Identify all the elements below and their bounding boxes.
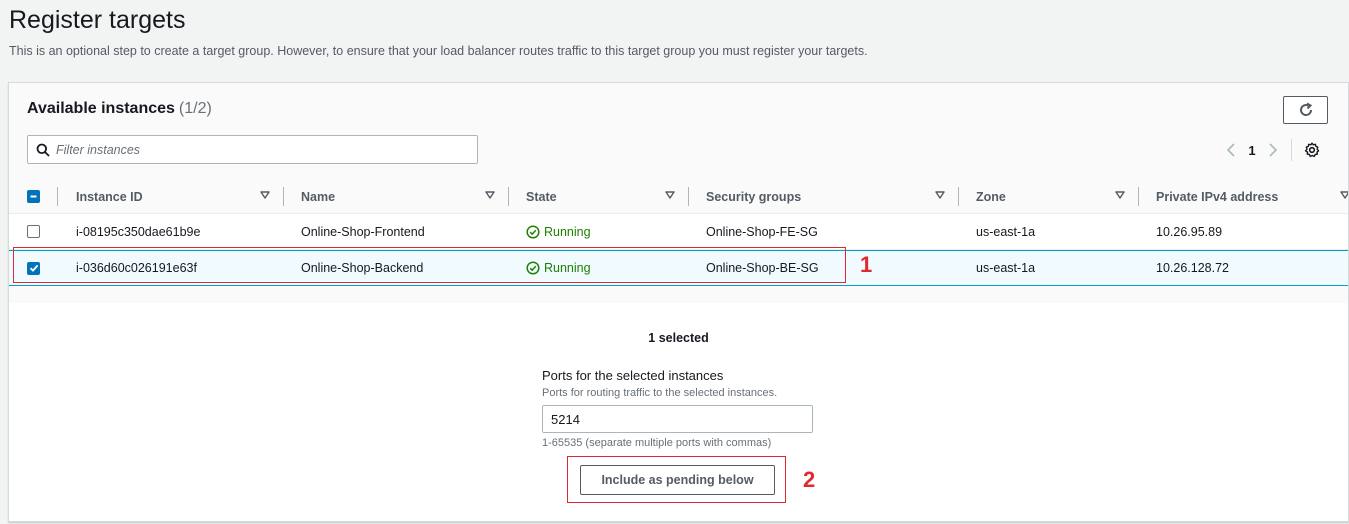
- row-checkbox-cell: [27, 214, 40, 249]
- instance-id-cell: i-08195c350dae61b9e: [76, 224, 201, 239]
- state-label: Running: [544, 224, 591, 239]
- column-name[interactable]: Name: [283, 179, 508, 214]
- available-instances-title: Available instances: [27, 100, 175, 117]
- ipv4-cell: 10.26.128.72: [1156, 261, 1229, 275]
- annotation-box-2: [567, 456, 786, 503]
- name-cell: Online-Shop-Frontend: [301, 224, 425, 239]
- column-divider: [508, 187, 509, 206]
- instances-table: Instance ID Name State Security groups Z: [9, 179, 1348, 303]
- pagination: 1: [1221, 138, 1322, 162]
- search-icon: [36, 143, 50, 157]
- annotation-box-1: [13, 247, 846, 283]
- ports-input[interactable]: [542, 405, 813, 433]
- column-divider: [958, 187, 959, 206]
- select-all-checkbox[interactable]: [27, 190, 40, 203]
- column-security-groups[interactable]: Security groups: [688, 179, 958, 214]
- column-state[interactable]: State: [508, 179, 688, 214]
- next-page-icon[interactable]: [1263, 140, 1283, 160]
- column-label: Name: [301, 189, 336, 204]
- refresh-button[interactable]: [1283, 96, 1328, 124]
- page-title: Register targets: [9, 6, 186, 34]
- filter-instances-input[interactable]: [56, 142, 456, 157]
- sort-icon[interactable]: [935, 190, 945, 200]
- column-label: Instance ID: [76, 189, 143, 204]
- current-page-number[interactable]: 1: [1241, 143, 1263, 158]
- ports-label: Ports for the selected instances: [542, 368, 724, 383]
- ipv4-cell: 10.26.95.89: [1156, 224, 1223, 239]
- table-row[interactable]: i-08195c350dae61b9e Online-Shop-Frontend…: [9, 214, 1348, 250]
- select-all-cell: [27, 179, 40, 214]
- column-divider: [283, 187, 284, 206]
- row-checkbox[interactable]: [27, 225, 40, 238]
- ports-description: Ports for routing traffic to the selecte…: [542, 387, 778, 399]
- column-label: Security groups: [706, 189, 802, 204]
- column-label: Private IPv4 address: [1156, 189, 1279, 204]
- column-zone[interactable]: Zone: [958, 179, 1138, 214]
- security-group-cell: Online-Shop-FE-SG: [706, 224, 818, 239]
- sort-icon[interactable]: [665, 190, 675, 200]
- column-divider: [688, 187, 689, 206]
- column-divider: [57, 187, 58, 206]
- column-private-ipv4[interactable]: Private IPv4 address: [1138, 179, 1348, 214]
- column-label: Zone: [976, 189, 1006, 204]
- settings-gear-icon[interactable]: [1302, 140, 1322, 160]
- zone-cell: us-east-1a: [976, 261, 1036, 275]
- previous-page-icon[interactable]: [1221, 140, 1241, 160]
- zone-cell: us-east-1a: [976, 224, 1036, 239]
- pager-divider: [1291, 139, 1292, 161]
- annotation-number-2: 2: [803, 467, 816, 492]
- available-instances-count: (1/2): [178, 100, 212, 117]
- sort-icon[interactable]: [1340, 190, 1348, 200]
- selected-count: 1 selected: [648, 331, 709, 345]
- column-label: State: [526, 189, 557, 204]
- annotation-number-1: 1: [860, 252, 873, 277]
- column-instance-id[interactable]: Instance ID: [57, 179, 283, 214]
- column-divider: [1138, 187, 1139, 206]
- table-header: Instance ID Name State Security groups Z: [9, 179, 1348, 214]
- ports-hint: 1-65535 (separate multiple ports with co…: [542, 437, 772, 449]
- state-cell: Running: [526, 214, 591, 249]
- sort-icon[interactable]: [485, 190, 495, 200]
- page-description: This is an optional step to create a tar…: [9, 44, 868, 58]
- sort-icon[interactable]: [260, 190, 270, 200]
- sort-icon[interactable]: [1115, 190, 1125, 200]
- filter-instances-field[interactable]: [27, 135, 478, 164]
- available-instances-heading: Available instances (1/2): [27, 100, 212, 118]
- refresh-icon: [1299, 102, 1312, 116]
- check-circle-icon: [526, 224, 540, 239]
